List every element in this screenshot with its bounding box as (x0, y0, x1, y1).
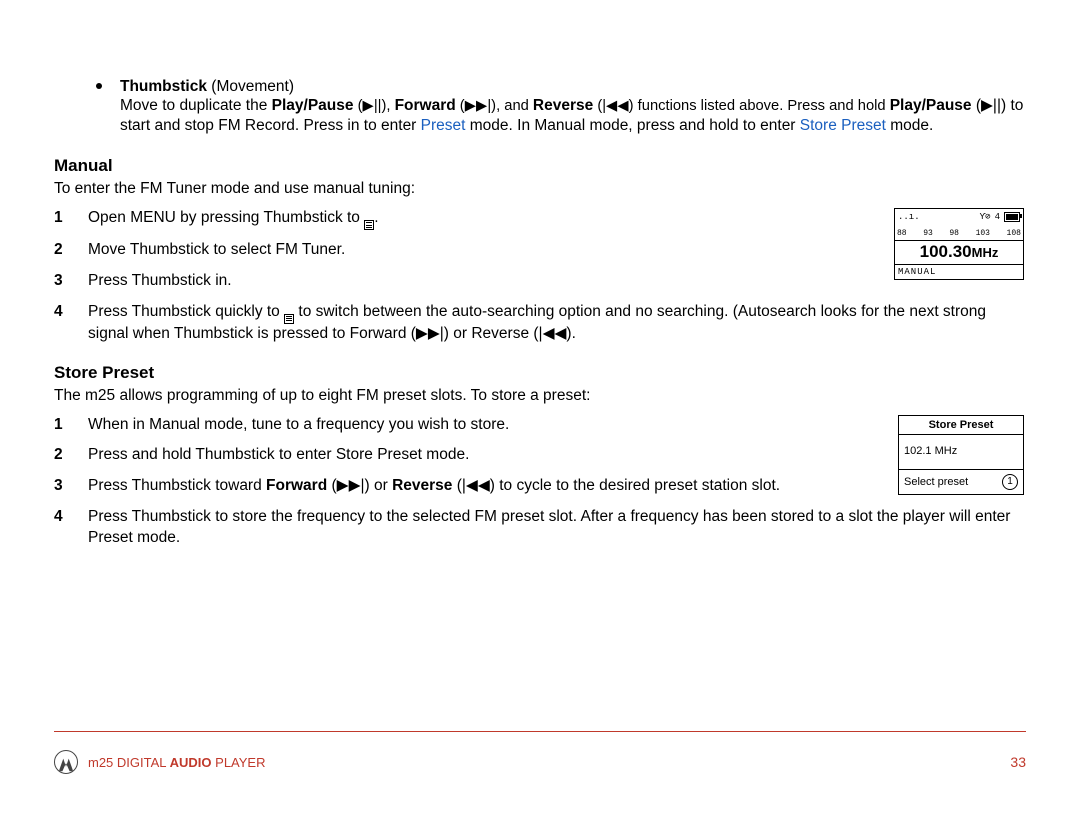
page-footer: m25 DIGITAL AUDIO PLAYER 33 (54, 731, 1026, 774)
store-intro: The m25 allows programming of up to eigh… (54, 387, 1024, 405)
menu-icon (364, 220, 374, 230)
heading-manual: Manual (54, 156, 1024, 176)
menu-icon (284, 314, 294, 324)
manual-step-1: Open MENU by pressing Thumbstick to . (54, 208, 1024, 230)
heading-store-preset: Store Preset (54, 363, 1024, 383)
manual-step-4: Press Thumbstick quickly to to switch be… (54, 302, 1024, 345)
thumbstick-desc: Move to duplicate the Play/Pause (▶||), … (120, 96, 1024, 136)
manual-step-2: Move Thumbstick to select FM Tuner. (54, 240, 1024, 261)
manual-block: ..ı. Ƴ⊘ 4 88 93 98 103 108 (54, 208, 1024, 354)
preset-link[interactable]: Preset (421, 117, 466, 134)
store-step-2: Press and hold Thumbstick to enter Store… (54, 445, 1024, 466)
bullet-thumbstick: Thumbstick (Movement) Move to duplicate … (54, 78, 1024, 136)
manual-step-3: Press Thumbstick in. (54, 271, 1024, 292)
bullet-dot-icon (96, 83, 102, 89)
page-number: 33 (1010, 754, 1026, 770)
motorola-logo-icon (54, 750, 78, 774)
store-preset-link[interactable]: Store Preset (800, 117, 886, 134)
store-step-3: Press Thumbstick toward Forward (▶▶|) or… (54, 476, 1024, 497)
store-step-4: Press Thumbstick to store the frequency … (54, 507, 1024, 549)
manual-intro: To enter the FM Tuner mode and use manua… (54, 180, 1024, 198)
tick-numbers: 88 93 98 103 108 (895, 229, 1023, 238)
store-block: Store Preset 102.1 MHz Select preset 1 W… (54, 415, 1024, 560)
store-step-1: When in Manual mode, tune to a frequency… (54, 415, 1024, 436)
manual-steps: Open MENU by pressing Thumbstick to . Mo… (54, 208, 1024, 344)
term-bold: Thumbstick (120, 78, 207, 95)
footer-brand: m25 DIGITAL AUDIO PLAYER (88, 755, 265, 770)
store-steps: When in Manual mode, tune to a frequency… (54, 415, 1024, 550)
term-line: Thumbstick (Movement) (120, 78, 1024, 96)
term-rest: (Movement) (207, 78, 294, 95)
